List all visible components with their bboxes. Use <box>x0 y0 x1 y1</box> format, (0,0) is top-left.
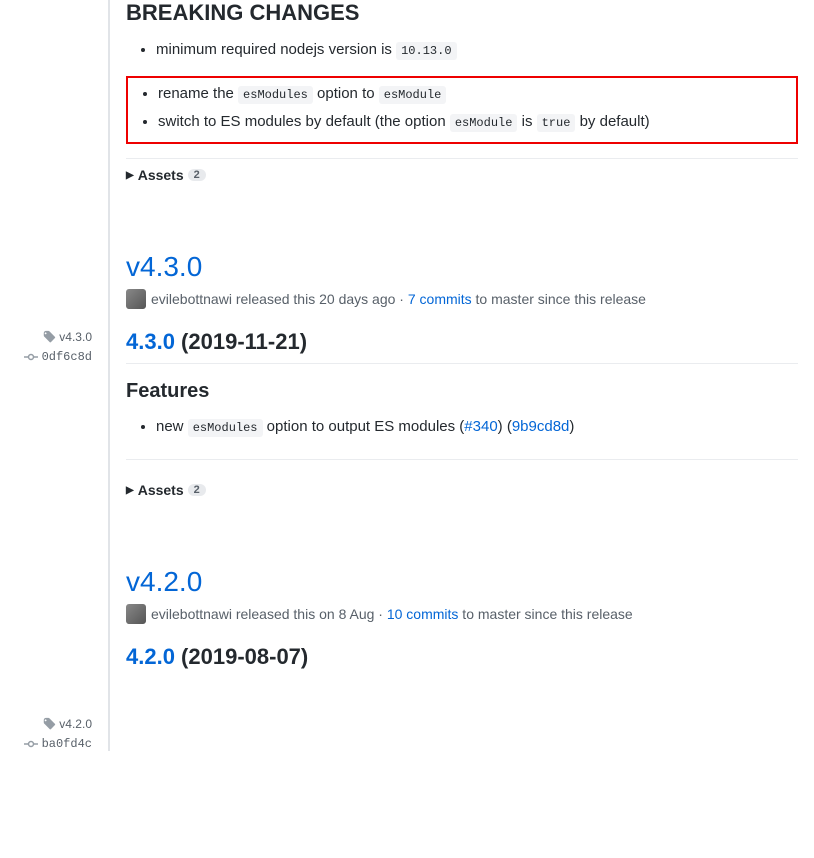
commit-label[interactable]: 0df6c8d <box>0 350 92 364</box>
code-option: esModules <box>188 419 263 437</box>
tag-label[interactable]: v4.3.0 <box>0 330 92 344</box>
version-link[interactable]: 4.3.0 <box>126 329 175 354</box>
triangle-right-icon: ▶ <box>126 170 134 181</box>
breaking-item: minimum required nodejs version is 10.13… <box>156 38 798 62</box>
features-heading: Features <box>126 380 798 403</box>
version-link[interactable]: 4.2.0 <box>126 644 175 669</box>
assets-count-badge: 2 <box>188 484 206 496</box>
assets-label: Assets <box>138 167 184 183</box>
code-version: 10.13.0 <box>396 42 456 60</box>
commit-icon <box>24 352 38 362</box>
release-meta: evilebottnawi released this 20 days ago … <box>126 289 798 309</box>
release-time: on 8 Aug <box>319 606 374 622</box>
assets-toggle[interactable]: ▶ Assets 2 <box>126 159 798 191</box>
breaking-changes-heading: BREAKING CHANGES <box>126 0 798 26</box>
tag-text: v4.3.0 <box>59 330 92 344</box>
tag-label[interactable]: v4.2.0 <box>0 717 92 731</box>
commits-link[interactable]: 7 commits <box>408 291 472 307</box>
release-meta: evilebottnawi released this on 8 Aug · 1… <box>126 604 798 624</box>
assets-toggle[interactable]: ▶ Assets 2 <box>126 474 798 506</box>
code-option: esModule <box>450 114 518 132</box>
author-link[interactable]: evilebottnawi <box>151 606 232 622</box>
tag-icon <box>42 330 56 344</box>
commit-icon <box>24 739 38 749</box>
breaking-item: rename the esModules option to esModule <box>158 82 790 106</box>
commits-link[interactable]: 10 commits <box>387 606 459 622</box>
commit-sha: ba0fd4c <box>42 737 92 751</box>
breaking-list: minimum required nodejs version is 10.13… <box>126 38 798 62</box>
tag-text: v4.2.0 <box>59 717 92 731</box>
code-option: esModule <box>379 86 447 104</box>
assets-count-badge: 2 <box>188 169 206 181</box>
issue-link[interactable]: #340 <box>464 418 497 435</box>
release-title-link[interactable]: v4.2.0 <box>126 566 798 598</box>
features-list: new esModules option to output ES module… <box>126 415 798 439</box>
feature-item: new esModules option to output ES module… <box>156 415 798 439</box>
assets-label: Assets <box>138 482 184 498</box>
triangle-right-icon: ▶ <box>126 485 134 496</box>
release-sidebar: v4.3.0 0df6c8d v4.2.0 ba0fd4c <box>0 0 110 751</box>
code-option: esModules <box>238 86 313 104</box>
code-value: true <box>537 114 576 132</box>
commit-label[interactable]: ba0fd4c <box>0 737 92 751</box>
avatar[interactable] <box>126 289 146 309</box>
release-title-link[interactable]: v4.3.0 <box>126 251 798 283</box>
tag-icon <box>42 717 56 731</box>
commit-sha: 0df6c8d <box>42 350 92 364</box>
commit-link[interactable]: 9b9cd8d <box>512 418 570 435</box>
breaking-item: switch to ES modules by default (the opt… <box>158 110 790 134</box>
release-time: 20 days ago <box>319 291 395 307</box>
author-link[interactable]: evilebottnawi <box>151 291 232 307</box>
version-heading: 4.2.0 (2019-08-07) <box>126 644 798 678</box>
avatar[interactable] <box>126 604 146 624</box>
highlighted-box: rename the esModules option to esModule … <box>126 76 798 144</box>
version-heading: 4.3.0 (2019-11-21) <box>126 329 798 364</box>
